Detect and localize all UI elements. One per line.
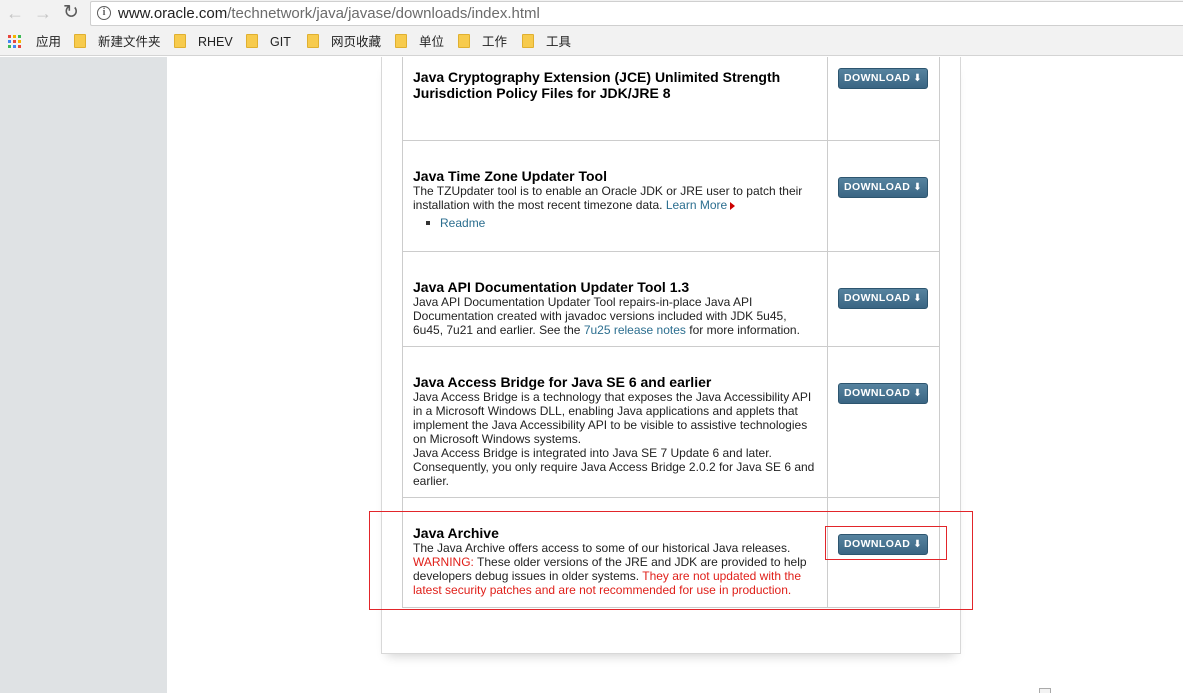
folder-icon [307,34,319,48]
description-text-after: for more information. [689,322,800,337]
download-arrow-icon: ⬇ [913,181,923,193]
title-line2: Jurisdiction Policy Files for JDK/JRE 8 [413,85,671,101]
folder-icon [395,34,407,48]
table-row: Java Time Zone Updater Tool The TZUpdate… [401,139,940,252]
download-label: DOWNLOAD [844,180,911,193]
item-title: Java Archive [413,524,499,541]
readme-link[interactable]: Readme [440,216,485,230]
item-description-2: Java Access Bridge is integrated into Ja… [413,445,815,488]
download-arrow-icon: ⬇ [913,292,923,304]
bookmark-folder[interactable]: 工作 [458,34,507,50]
back-arrow-icon[interactable]: ← [4,3,26,25]
list-item: Readme [426,216,817,230]
download-button[interactable]: DOWNLOAD ⬇ [838,287,929,309]
bookmark-folder[interactable]: RHEV [174,34,233,50]
description-text: The Java Archive offers access to some o… [413,540,791,555]
row-description: Java Cryptography Extension (JCE) Unlimi… [401,57,829,141]
item-description: Java Access Bridge is a technology that … [413,389,812,446]
row-description: Java Time Zone Updater Tool The TZUpdate… [401,139,829,252]
row-description: Java Archive The Java Archive offers acc… [401,496,829,608]
folder-icon [522,34,534,48]
bookmark-folder[interactable]: 新建文件夹 [74,34,161,50]
item-title: Java Access Bridge for Java SE 6 and ear… [413,373,712,390]
download-button[interactable]: DOWNLOAD ⬇ [838,382,929,404]
folder-icon [174,34,186,48]
description-text: The TZUpdater tool is to enable an Oracl… [413,183,803,212]
scrollbar-corner [1039,688,1051,693]
item-description: Java API Documentation Updater Tool repa… [413,295,817,337]
red-arrow-icon [730,201,736,210]
forward-arrow-icon[interactable]: → [32,3,54,25]
bookmarks-bar: 应用 新建文件夹 RHEV GIT 网页收藏 单位 工作 工具 [0,28,1183,56]
folder-icon [74,34,86,48]
row-action: DOWNLOAD ⬇ [827,496,940,608]
sub-links: Readme [426,216,817,230]
download-button[interactable]: DOWNLOAD ⬇ [838,176,929,198]
row-description: Java Access Bridge for Java SE 6 and ear… [401,345,829,498]
left-sidebar-background [0,57,167,693]
browser-toolbar: ← → ↻ i www.oracle.com/technetwork/java/… [0,0,1183,28]
table-row: Java Archive The Java Archive offers acc… [401,496,940,608]
download-label: DOWNLOAD [844,537,911,550]
url-host: www.oracle.com [118,5,228,22]
bookmark-label: 工作 [482,35,508,49]
bookmark-label: 工具 [546,35,572,49]
table-row: Java Access Bridge for Java SE 6 and ear… [401,345,940,498]
download-label: DOWNLOAD [844,72,911,84]
reload-icon[interactable]: ↻ [60,3,82,25]
title-line1: Java Cryptography Extension (JCE) Unlimi… [413,69,781,85]
download-label: DOWNLOAD [844,291,911,304]
folder-icon [458,34,470,48]
row-description: Java API Documentation Updater Tool 1.3 … [401,250,829,347]
release-notes-link[interactable]: 7u25 release notes [584,323,686,337]
bookmark-apps[interactable]: 应用 [36,34,61,50]
downloads-table: Java Cryptography Extension (JCE) Unlimi… [401,57,940,608]
bookmark-label: 新建文件夹 [98,35,161,49]
bookmark-folder[interactable]: 网页收藏 [307,34,381,50]
warning-label: WARNING: [413,554,474,569]
info-icon[interactable]: i [97,6,111,20]
item-description: The TZUpdater tool is to enable an Oracl… [413,184,817,212]
bookmark-folder[interactable]: 单位 [395,34,444,50]
learn-more-link[interactable]: Learn More [666,198,727,212]
url-text[interactable]: www.oracle.com/technetwork/java/javase/d… [118,5,540,22]
item-title: Java Time Zone Updater Tool [413,167,607,184]
download-arrow-icon: ⬇ [913,538,923,550]
download-label: DOWNLOAD [844,386,911,399]
item-description: The Java Archive offers access to some o… [413,541,817,597]
download-arrow-icon: ⬇ [913,73,923,84]
row-action: DOWNLOAD ⬇ [827,250,940,347]
item-title: Java API Documentation Updater Tool 1.3 [413,278,690,295]
address-bar[interactable]: i www.oracle.com/technetwork/java/javase… [90,1,1183,26]
download-button[interactable]: DOWNLOAD ⬇ [838,533,929,555]
row-action: DOWNLOAD ⬇ [827,139,940,252]
bookmark-label: RHEV [198,35,233,49]
download-button[interactable]: DOWNLOAD ⬇ [838,68,929,89]
bookmark-label: 网页收藏 [331,35,382,49]
item-title: Java Cryptography Extension (JCE) Unlimi… [413,69,817,101]
table-row: Java API Documentation Updater Tool 1.3 … [401,250,940,347]
url-path: /technetwork/java/javase/downloads/index… [227,5,540,22]
bookmark-folder[interactable]: 工具 [522,34,571,50]
apps-grid-icon[interactable] [8,35,21,48]
bookmark-label: 单位 [419,35,445,49]
bookmark-label: GIT [270,35,291,49]
row-action: DOWNLOAD ⬇ [827,345,940,498]
download-arrow-icon: ⬇ [913,387,923,399]
table-row: Java Cryptography Extension (JCE) Unlimi… [401,57,940,141]
folder-icon [246,34,258,48]
bookmark-folder[interactable]: GIT [246,34,291,50]
row-action: DOWNLOAD ⬇ [827,57,940,141]
